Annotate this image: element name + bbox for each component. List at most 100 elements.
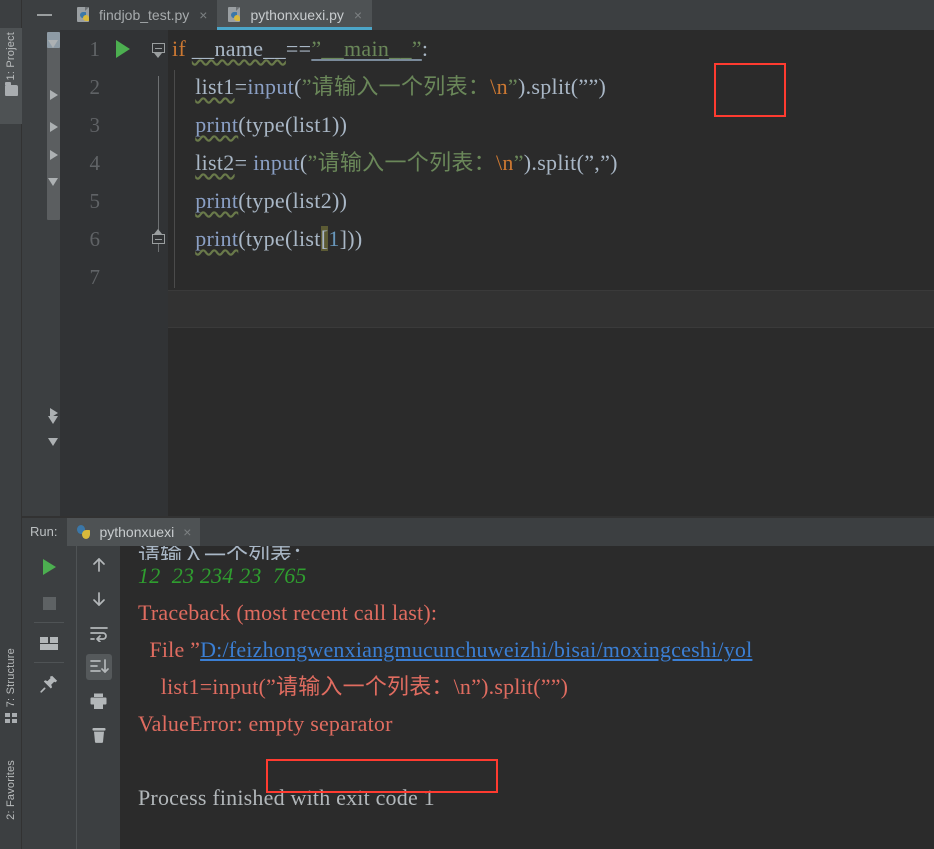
up-button[interactable]	[86, 552, 112, 578]
close-icon[interactable]: ×	[354, 8, 362, 22]
run-gutter-icon[interactable]	[116, 40, 130, 58]
run-header: Run: pythonxuexi ×	[22, 518, 934, 546]
console-line-source: list1=input(”请输入一个列表：\n”).split(””)	[138, 674, 569, 699]
sidebar-tab-project[interactable]: 1: Project	[0, 28, 22, 124]
trash-icon	[92, 728, 105, 743]
code-token: (	[294, 74, 302, 99]
play-icon	[42, 559, 56, 575]
pin-tab-button[interactable]	[36, 670, 62, 696]
run-toolbar-secondary	[76, 546, 120, 849]
structure-triangle-down-icon[interactable]	[48, 438, 58, 446]
editor-marker-column[interactable]	[22, 30, 60, 518]
left-tool-strip: 1: Project 7: Structure 2: Favorites	[0, 0, 22, 849]
printer-icon	[90, 693, 107, 709]
code-token: =	[234, 74, 248, 99]
layout-icon	[40, 636, 58, 650]
close-icon[interactable]: ×	[183, 524, 191, 540]
code-line[interactable]: print(type(list1))	[172, 106, 347, 144]
editor-tab-label: findjob_test.py	[99, 7, 190, 23]
line-number: 4	[89, 151, 101, 175]
rerun-button[interactable]	[36, 554, 62, 580]
soft-wrap-button[interactable]	[86, 620, 112, 646]
run-tab-label: pythonxuexi	[99, 524, 175, 540]
fold-marker-icon[interactable]	[152, 43, 165, 58]
code-token: (	[299, 150, 308, 175]
layout-button[interactable]	[36, 630, 62, 656]
code-token: \n	[495, 150, 514, 175]
code-token: print	[195, 226, 239, 251]
console-line-traceback: Traceback (most recent call last):	[138, 600, 438, 625]
structure-triangle-down-icon[interactable]	[48, 40, 58, 48]
structure-triangle-right-icon[interactable]	[50, 122, 58, 132]
close-icon[interactable]: ×	[199, 8, 207, 22]
fold-region-line	[158, 76, 159, 252]
editor-tab-pythonxuexi[interactable]: pythonxuexi.py ×	[217, 0, 373, 30]
code-line[interactable]: print(type(list2))	[172, 182, 347, 220]
code-line[interactable]: if __name__==”__main__”:	[172, 30, 428, 68]
code-token: list1	[195, 74, 235, 99]
code-token: :	[421, 36, 429, 61]
code-token: print	[195, 188, 239, 213]
collapse-all-icon[interactable]	[22, 0, 66, 30]
divider	[34, 662, 64, 663]
code-surface[interactable]: if __name__==”__main__”: list1=input(”请输…	[168, 30, 934, 518]
console-clipped-line: 请输入一个列表：	[138, 546, 315, 560]
code-token: ”请输入一个列表：	[307, 150, 496, 175]
print-button[interactable]	[86, 688, 112, 714]
code-token: (type(list1))	[238, 112, 348, 137]
structure-triangle-right-icon[interactable]	[50, 408, 58, 418]
code-line[interactable]: list1=input(”请输入一个列表：\n”).split(””)	[172, 68, 606, 106]
soft-wrap-icon	[89, 627, 108, 642]
console-file-prefix: File ”	[138, 637, 201, 662]
line-number: 7	[89, 265, 101, 289]
code-token: (type(list	[238, 226, 321, 251]
structure-triangle-right-icon[interactable]	[50, 90, 58, 100]
python-icon	[76, 524, 92, 540]
down-button[interactable]	[86, 586, 112, 612]
editor-tab-bar: findjob_test.py × pythonxuexi.py ×	[22, 0, 934, 30]
code-token: ).split(””)	[517, 74, 607, 99]
scroll-to-end-button[interactable]	[85, 654, 112, 680]
arrow-up-icon	[92, 558, 105, 572]
code-token: ])	[339, 226, 355, 251]
code-token: 1	[328, 226, 340, 251]
line-number: 6	[89, 227, 101, 251]
line-number: 5	[89, 189, 101, 213]
code-line[interactable]: list2= input(”请输入一个列表：\n”).split(”,”)	[172, 144, 618, 182]
structure-triangle-down-icon[interactable]	[48, 178, 58, 186]
console-line-valueerror: ValueError: empty separator	[138, 711, 393, 736]
console-line-input: 12 23 234 23 765	[138, 563, 307, 588]
sidebar-tab-project-label: 1: Project	[5, 32, 17, 81]
console-file-link[interactable]: D:/feizhongwenxiangmucunchuweizhi/bisai/…	[200, 637, 752, 662]
code-editor[interactable]: 1 2 3 4 5 6 7 if __name__==”__main__”: l…	[22, 30, 934, 518]
stop-button[interactable]	[36, 590, 62, 616]
code-line[interactable]: print(type(list[1]))	[172, 220, 363, 258]
pycharm-window: 1: Project 7: Structure 2: Favorites fin…	[0, 0, 934, 849]
run-toolbar-primary	[22, 546, 76, 849]
structure-icon	[5, 713, 17, 724]
run-tab-pythonxuexi[interactable]: pythonxuexi ×	[67, 518, 201, 546]
sidebar-tab-structure[interactable]: 7: Structure	[0, 648, 22, 744]
divider	[34, 622, 64, 623]
console-line-file: File ”D:/feizhongwenxiangmucunchuweizhi/…	[138, 634, 752, 666]
fold-marker-icon[interactable]	[152, 229, 165, 247]
code-token: list2	[195, 150, 235, 175]
line-number: 3	[89, 113, 101, 137]
code-token: if	[172, 36, 192, 61]
editor-tab-findjob-test[interactable]: findjob_test.py ×	[66, 0, 217, 30]
clear-all-button[interactable]	[86, 722, 112, 748]
pin-icon	[39, 675, 57, 693]
run-console[interactable]: 请输入一个列表： 12 23 234 23 765 Traceback (mos…	[120, 546, 934, 849]
arrow-down-icon	[92, 592, 105, 606]
code-token: ”请输入一个列表：	[301, 74, 491, 99]
code-token: input	[247, 74, 295, 99]
structure-triangle-right-icon[interactable]	[50, 150, 58, 160]
code-token: =	[234, 150, 254, 175]
sidebar-tab-favorites[interactable]: 2: Favorites	[0, 760, 22, 846]
code-token: input	[253, 150, 300, 175]
editor-gutter[interactable]: 1 2 3 4 5 6 7	[60, 30, 168, 518]
